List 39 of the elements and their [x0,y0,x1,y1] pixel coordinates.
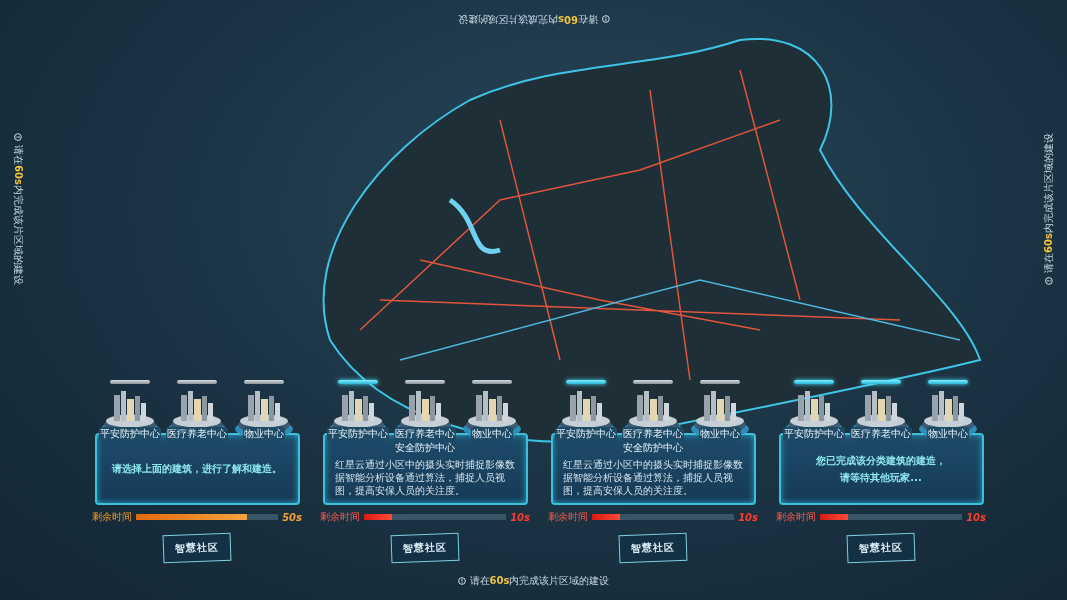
timer-label: 剩余时间 [320,510,360,524]
building-label[interactable]: 物业中心 [927,427,969,441]
building-label[interactable]: 平安防护中心 [555,427,617,441]
building-label[interactable]: 物业中心 [471,427,513,441]
hint-text: 请在60s内完成该片区域的建设 [12,145,25,285]
timer-reading: 50s [282,511,302,523]
message-text: 您已完成该分类建筑的建造， [816,453,946,468]
hint-text: 请在60s内完成该片区域的建设 [1042,133,1055,273]
district-button[interactable]: 智慧社区 [390,532,460,564]
info-icon [457,577,466,585]
message-text: 请等待其他玩家... [840,470,922,485]
timer-label: 剩余时间 [548,510,588,524]
building-label[interactable]: 平安防护中心 [327,427,389,441]
info-icon [1045,276,1053,285]
building-label[interactable]: 医疗养老中心 [166,427,228,441]
hint-text: 请在60s内完成该片区域的建设 [469,574,610,588]
info-description: 红星云通过小区中的摄头实时捕捉影像数据智能分析设备通过算法，捕捉人员视图，提高安保人员的关注度。 [334,458,516,497]
info-icon [601,15,610,23]
timer-label: 剩余时间 [92,510,132,524]
building-label[interactable]: 医疗养老中心 [394,427,456,441]
timer-reading: 10s [966,511,986,523]
info-title: 安全防护中心 [623,441,683,455]
building-label[interactable]: 医疗养老中心 [850,427,912,441]
building-label[interactable]: 平安防护中心 [783,427,845,441]
info-title: 安全防护中心 [395,441,455,455]
timer-label: 剩余时间 [776,510,816,524]
building-label[interactable]: 物业中心 [243,427,285,441]
building-label[interactable]: 物业中心 [699,427,741,441]
building-label[interactable]: 医疗养老中心 [622,427,684,441]
timer-reading: 10s [510,511,530,523]
timer-reading: 10s [738,511,758,523]
district-button[interactable]: 智慧社区 [162,532,232,564]
district-button[interactable]: 智慧社区 [618,532,688,564]
info-description: 红星云通过小区中的摄头实时捕捉影像数据智能分析设备通过算法，捕捉人员视图，提高安保人员的关注度。 [562,458,744,497]
hint-text: 请在60s内完成该片区域的建设 [457,13,598,26]
info-icon [14,133,22,142]
message-text: 请选择上面的建筑，进行了解和建造。 [112,462,282,476]
building-label[interactable]: 平安防护中心 [99,427,161,441]
district-button[interactable]: 智慧社区 [846,532,916,564]
